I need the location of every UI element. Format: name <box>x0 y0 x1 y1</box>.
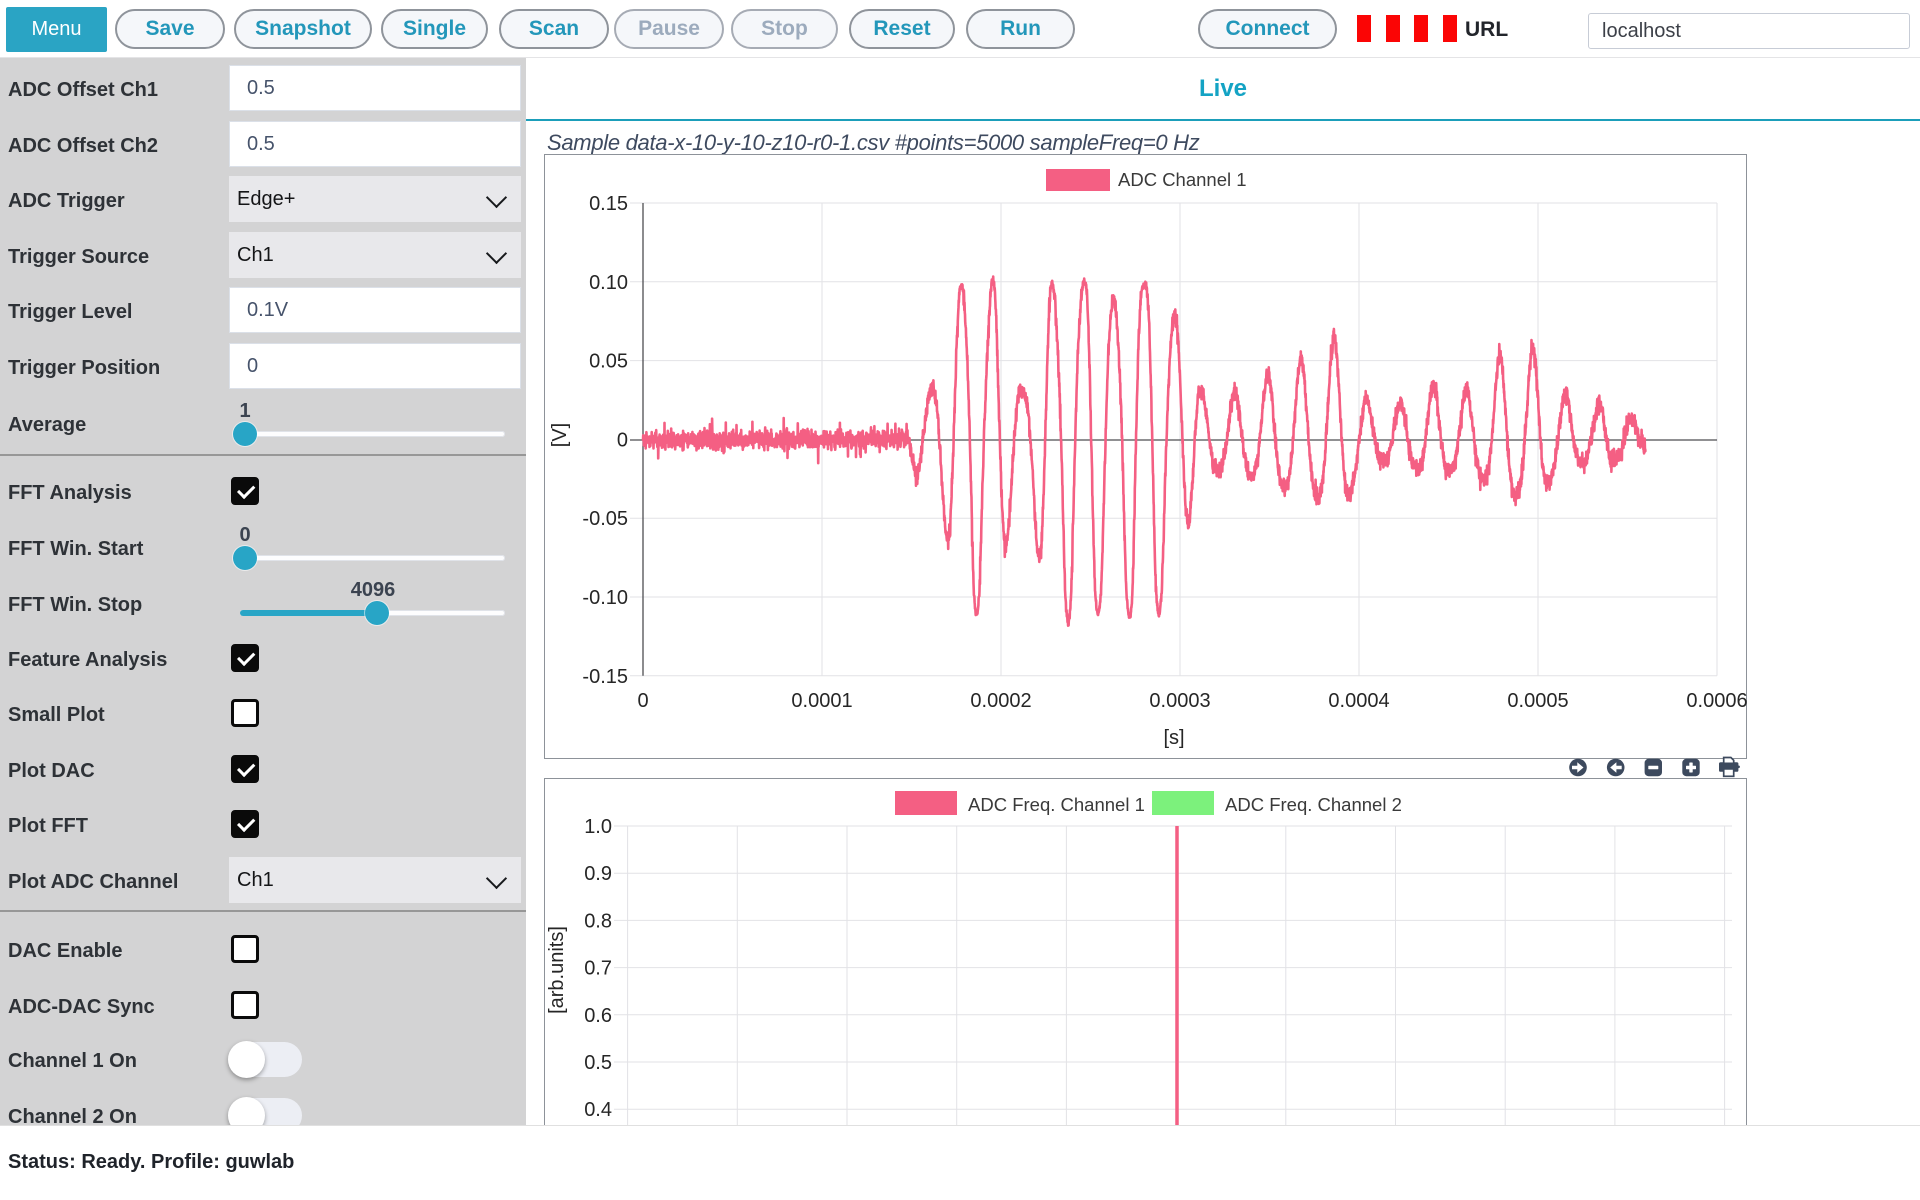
svg-text:0.15: 0.15 <box>589 193 628 215</box>
svg-text:0.0006: 0.0006 <box>1686 690 1747 712</box>
svg-text:1.0: 1.0 <box>584 816 612 838</box>
svg-text:0.10: 0.10 <box>589 272 628 294</box>
svg-text:0.05: 0.05 <box>589 351 628 373</box>
svg-text:0.5: 0.5 <box>584 1052 612 1074</box>
svg-text:ADC Freq. Channel 1: ADC Freq. Channel 1 <box>968 794 1145 815</box>
svg-text:0.7: 0.7 <box>584 958 612 980</box>
svg-text:0.0002: 0.0002 <box>970 690 1031 712</box>
svg-text:0.4: 0.4 <box>584 1099 612 1121</box>
svg-text:ADC Channel 1: ADC Channel 1 <box>1118 169 1247 190</box>
svg-text:0.9: 0.9 <box>584 863 612 885</box>
svg-text:0.0001: 0.0001 <box>791 690 852 712</box>
svg-text:-0.10: -0.10 <box>582 587 628 609</box>
svg-text:-0.15: -0.15 <box>582 666 628 688</box>
svg-text:ADC Freq. Channel 2: ADC Freq. Channel 2 <box>1225 794 1402 815</box>
svg-text:0.6: 0.6 <box>584 1005 612 1027</box>
svg-text:0.0005: 0.0005 <box>1507 690 1568 712</box>
svg-text:0.0003: 0.0003 <box>1149 690 1210 712</box>
svg-text:0: 0 <box>637 690 648 712</box>
svg-text:0.8: 0.8 <box>584 910 612 932</box>
svg-text:[s]: [s] <box>1163 727 1184 749</box>
svg-text:[arb.units]: [arb.units] <box>546 926 568 1014</box>
svg-text:[V]: [V] <box>549 423 571 447</box>
svg-text:-0.05: -0.05 <box>582 508 628 530</box>
svg-text:0.0004: 0.0004 <box>1328 690 1389 712</box>
svg-text:0: 0 <box>617 429 628 451</box>
